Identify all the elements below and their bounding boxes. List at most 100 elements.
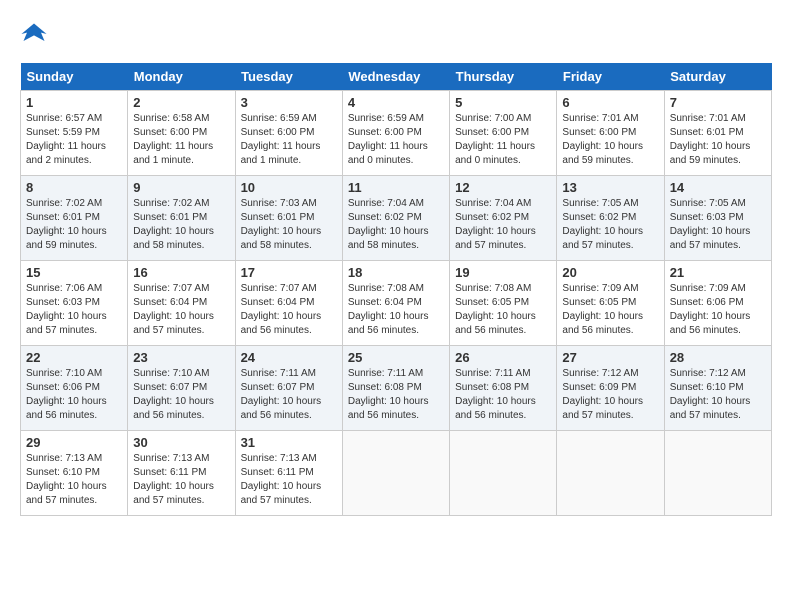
calendar-cell: 26 Sunrise: 7:11 AMSunset: 6:08 PMDayligh… [450, 346, 557, 431]
calendar-cell: 7 Sunrise: 7:01 AMSunset: 6:01 PMDaylight… [664, 91, 771, 176]
day-number: 7 [670, 95, 766, 110]
day-content: Sunrise: 6:57 AMSunset: 5:59 PMDaylight:… [26, 112, 122, 168]
day-number: 27 [562, 350, 658, 365]
day-number: 1 [26, 95, 122, 110]
calendar-week-5: 29Sunrise: 7:13 AMSunset: 6:10 PMDayligh… [21, 431, 772, 516]
day-content: Sunrise: 7:05 AMSunset: 6:02 PMDaylight:… [562, 197, 658, 253]
day-content: Sunrise: 7:11 AMSunset: 6:08 PMDaylight:… [348, 367, 444, 423]
calendar-cell: 28 Sunrise: 7:12 AMSunset: 6:10 PMDayligh… [664, 346, 771, 431]
calendar-cell: 23 Sunrise: 7:10 AMSunset: 6:07 PMDayligh… [128, 346, 235, 431]
calendar-cell: 1 Sunrise: 6:57 AMSunset: 5:59 PMDaylight… [21, 91, 128, 176]
logo [20, 20, 52, 53]
day-number: 24 [241, 350, 337, 365]
calendar-header-tuesday: Tuesday [235, 63, 342, 91]
calendar-header-monday: Monday [128, 63, 235, 91]
calendar-header-friday: Friday [557, 63, 664, 91]
calendar-cell: 8 Sunrise: 7:02 AMSunset: 6:01 PMDaylight… [21, 176, 128, 261]
day-content: Sunrise: 6:59 AMSunset: 6:00 PMDaylight:… [348, 112, 444, 168]
calendar-cell: 13 Sunrise: 7:05 AMSunset: 6:02 PMDayligh… [557, 176, 664, 261]
day-content: Sunrise: 7:02 AMSunset: 6:01 PMDaylight:… [133, 197, 229, 253]
day-number: 19 [455, 265, 551, 280]
day-number: 18 [348, 265, 444, 280]
day-number: 28 [670, 350, 766, 365]
calendar-cell [342, 431, 449, 516]
calendar-cell: 29Sunrise: 7:13 AMSunset: 6:10 PMDayligh… [21, 431, 128, 516]
calendar-cell: 27Sunrise: 7:12 AMSunset: 6:09 PMDayligh… [557, 346, 664, 431]
day-content: Sunrise: 7:04 AMSunset: 6:02 PMDaylight:… [455, 197, 551, 253]
calendar-cell: 2 Sunrise: 6:58 AMSunset: 6:00 PMDaylight… [128, 91, 235, 176]
calendar-header-thursday: Thursday [450, 63, 557, 91]
day-content: Sunrise: 7:03 AMSunset: 6:01 PMDaylight:… [241, 197, 337, 253]
calendar-cell: 5 Sunrise: 7:00 AMSunset: 6:00 PMDaylight… [450, 91, 557, 176]
calendar-cell: 25 Sunrise: 7:11 AMSunset: 6:08 PMDayligh… [342, 346, 449, 431]
day-content: Sunrise: 7:12 AMSunset: 6:10 PMDaylight:… [670, 367, 766, 423]
day-number: 16 [133, 265, 229, 280]
day-content: Sunrise: 7:13 AMSunset: 6:11 PMDaylight:… [241, 452, 337, 508]
day-number: 15 [26, 265, 122, 280]
day-number: 21 [670, 265, 766, 280]
day-number: 31 [241, 435, 337, 450]
day-number: 10 [241, 180, 337, 195]
day-content: Sunrise: 7:10 AMSunset: 6:07 PMDaylight:… [133, 367, 229, 423]
day-number: 2 [133, 95, 229, 110]
day-content: Sunrise: 7:09 AMSunset: 6:06 PMDaylight:… [670, 282, 766, 338]
day-number: 8 [26, 180, 122, 195]
calendar-week-1: 1 Sunrise: 6:57 AMSunset: 5:59 PMDaylight… [21, 91, 772, 176]
day-content: Sunrise: 6:58 AMSunset: 6:00 PMDaylight:… [133, 112, 229, 168]
day-number: 22 [26, 350, 122, 365]
day-number: 30 [133, 435, 229, 450]
day-content: Sunrise: 7:08 AMSunset: 6:05 PMDaylight:… [455, 282, 551, 338]
day-content: Sunrise: 7:07 AMSunset: 6:04 PMDaylight:… [133, 282, 229, 338]
calendar-cell: 6Sunrise: 7:01 AMSunset: 6:00 PMDaylight… [557, 91, 664, 176]
day-content: Sunrise: 7:11 AMSunset: 6:08 PMDaylight:… [455, 367, 551, 423]
day-content: Sunrise: 7:05 AMSunset: 6:03 PMDaylight:… [670, 197, 766, 253]
day-content: Sunrise: 7:10 AMSunset: 6:06 PMDaylight:… [26, 367, 122, 423]
day-content: Sunrise: 7:06 AMSunset: 6:03 PMDaylight:… [26, 282, 122, 338]
calendar-cell: 10 Sunrise: 7:03 AMSunset: 6:01 PMDayligh… [235, 176, 342, 261]
day-content: Sunrise: 7:02 AMSunset: 6:01 PMDaylight:… [26, 197, 122, 253]
day-content: Sunrise: 7:01 AMSunset: 6:01 PMDaylight:… [670, 112, 766, 168]
calendar-cell: 11 Sunrise: 7:04 AMSunset: 6:02 PMDayligh… [342, 176, 449, 261]
calendar-cell: 9 Sunrise: 7:02 AMSunset: 6:01 PMDaylight… [128, 176, 235, 261]
day-number: 26 [455, 350, 551, 365]
day-number: 25 [348, 350, 444, 365]
day-content: Sunrise: 7:00 AMSunset: 6:00 PMDaylight:… [455, 112, 551, 168]
day-number: 11 [348, 180, 444, 195]
day-content: Sunrise: 7:07 AMSunset: 6:04 PMDaylight:… [241, 282, 337, 338]
day-number: 20 [562, 265, 658, 280]
calendar-cell: 30 Sunrise: 7:13 AMSunset: 6:11 PMDayligh… [128, 431, 235, 516]
day-number: 5 [455, 95, 551, 110]
day-number: 13 [562, 180, 658, 195]
day-number: 9 [133, 180, 229, 195]
calendar-header-sunday: Sunday [21, 63, 128, 91]
calendar-cell: 3Sunrise: 6:59 AMSunset: 6:00 PMDaylight… [235, 91, 342, 176]
day-content: Sunrise: 7:13 AMSunset: 6:10 PMDaylight:… [26, 452, 122, 508]
calendar-cell: 16 Sunrise: 7:07 AMSunset: 6:04 PMDayligh… [128, 261, 235, 346]
calendar-cell: 12 Sunrise: 7:04 AMSunset: 6:02 PMDayligh… [450, 176, 557, 261]
calendar-cell: 17 Sunrise: 7:07 AMSunset: 6:04 PMDayligh… [235, 261, 342, 346]
calendar-cell [664, 431, 771, 516]
day-number: 4 [348, 95, 444, 110]
day-number: 17 [241, 265, 337, 280]
calendar-week-2: 8 Sunrise: 7:02 AMSunset: 6:01 PMDaylight… [21, 176, 772, 261]
calendar-week-4: 22 Sunrise: 7:10 AMSunset: 6:06 PMDayligh… [21, 346, 772, 431]
header [20, 20, 772, 53]
calendar-cell: 21 Sunrise: 7:09 AMSunset: 6:06 PMDayligh… [664, 261, 771, 346]
calendar-cell: 4 Sunrise: 6:59 AMSunset: 6:00 PMDaylight… [342, 91, 449, 176]
day-content: Sunrise: 7:04 AMSunset: 6:02 PMDaylight:… [348, 197, 444, 253]
day-number: 23 [133, 350, 229, 365]
day-content: Sunrise: 7:13 AMSunset: 6:11 PMDaylight:… [133, 452, 229, 508]
calendar-cell: 22 Sunrise: 7:10 AMSunset: 6:06 PMDayligh… [21, 346, 128, 431]
calendar-header-wednesday: Wednesday [342, 63, 449, 91]
calendar-cell: 15 Sunrise: 7:06 AMSunset: 6:03 PMDayligh… [21, 261, 128, 346]
day-number: 12 [455, 180, 551, 195]
calendar-cell [450, 431, 557, 516]
day-content: Sunrise: 7:11 AMSunset: 6:07 PMDaylight:… [241, 367, 337, 423]
calendar-week-3: 15 Sunrise: 7:06 AMSunset: 6:03 PMDayligh… [21, 261, 772, 346]
calendar-cell: 18 Sunrise: 7:08 AMSunset: 6:04 PMDayligh… [342, 261, 449, 346]
calendar-cell: 14Sunrise: 7:05 AMSunset: 6:03 PMDayligh… [664, 176, 771, 261]
day-content: Sunrise: 7:08 AMSunset: 6:04 PMDaylight:… [348, 282, 444, 338]
calendar-cell: 19 Sunrise: 7:08 AMSunset: 6:05 PMDayligh… [450, 261, 557, 346]
calendar-header-row: SundayMondayTuesdayWednesdayThursdayFrid… [21, 63, 772, 91]
day-number: 6 [562, 95, 658, 110]
